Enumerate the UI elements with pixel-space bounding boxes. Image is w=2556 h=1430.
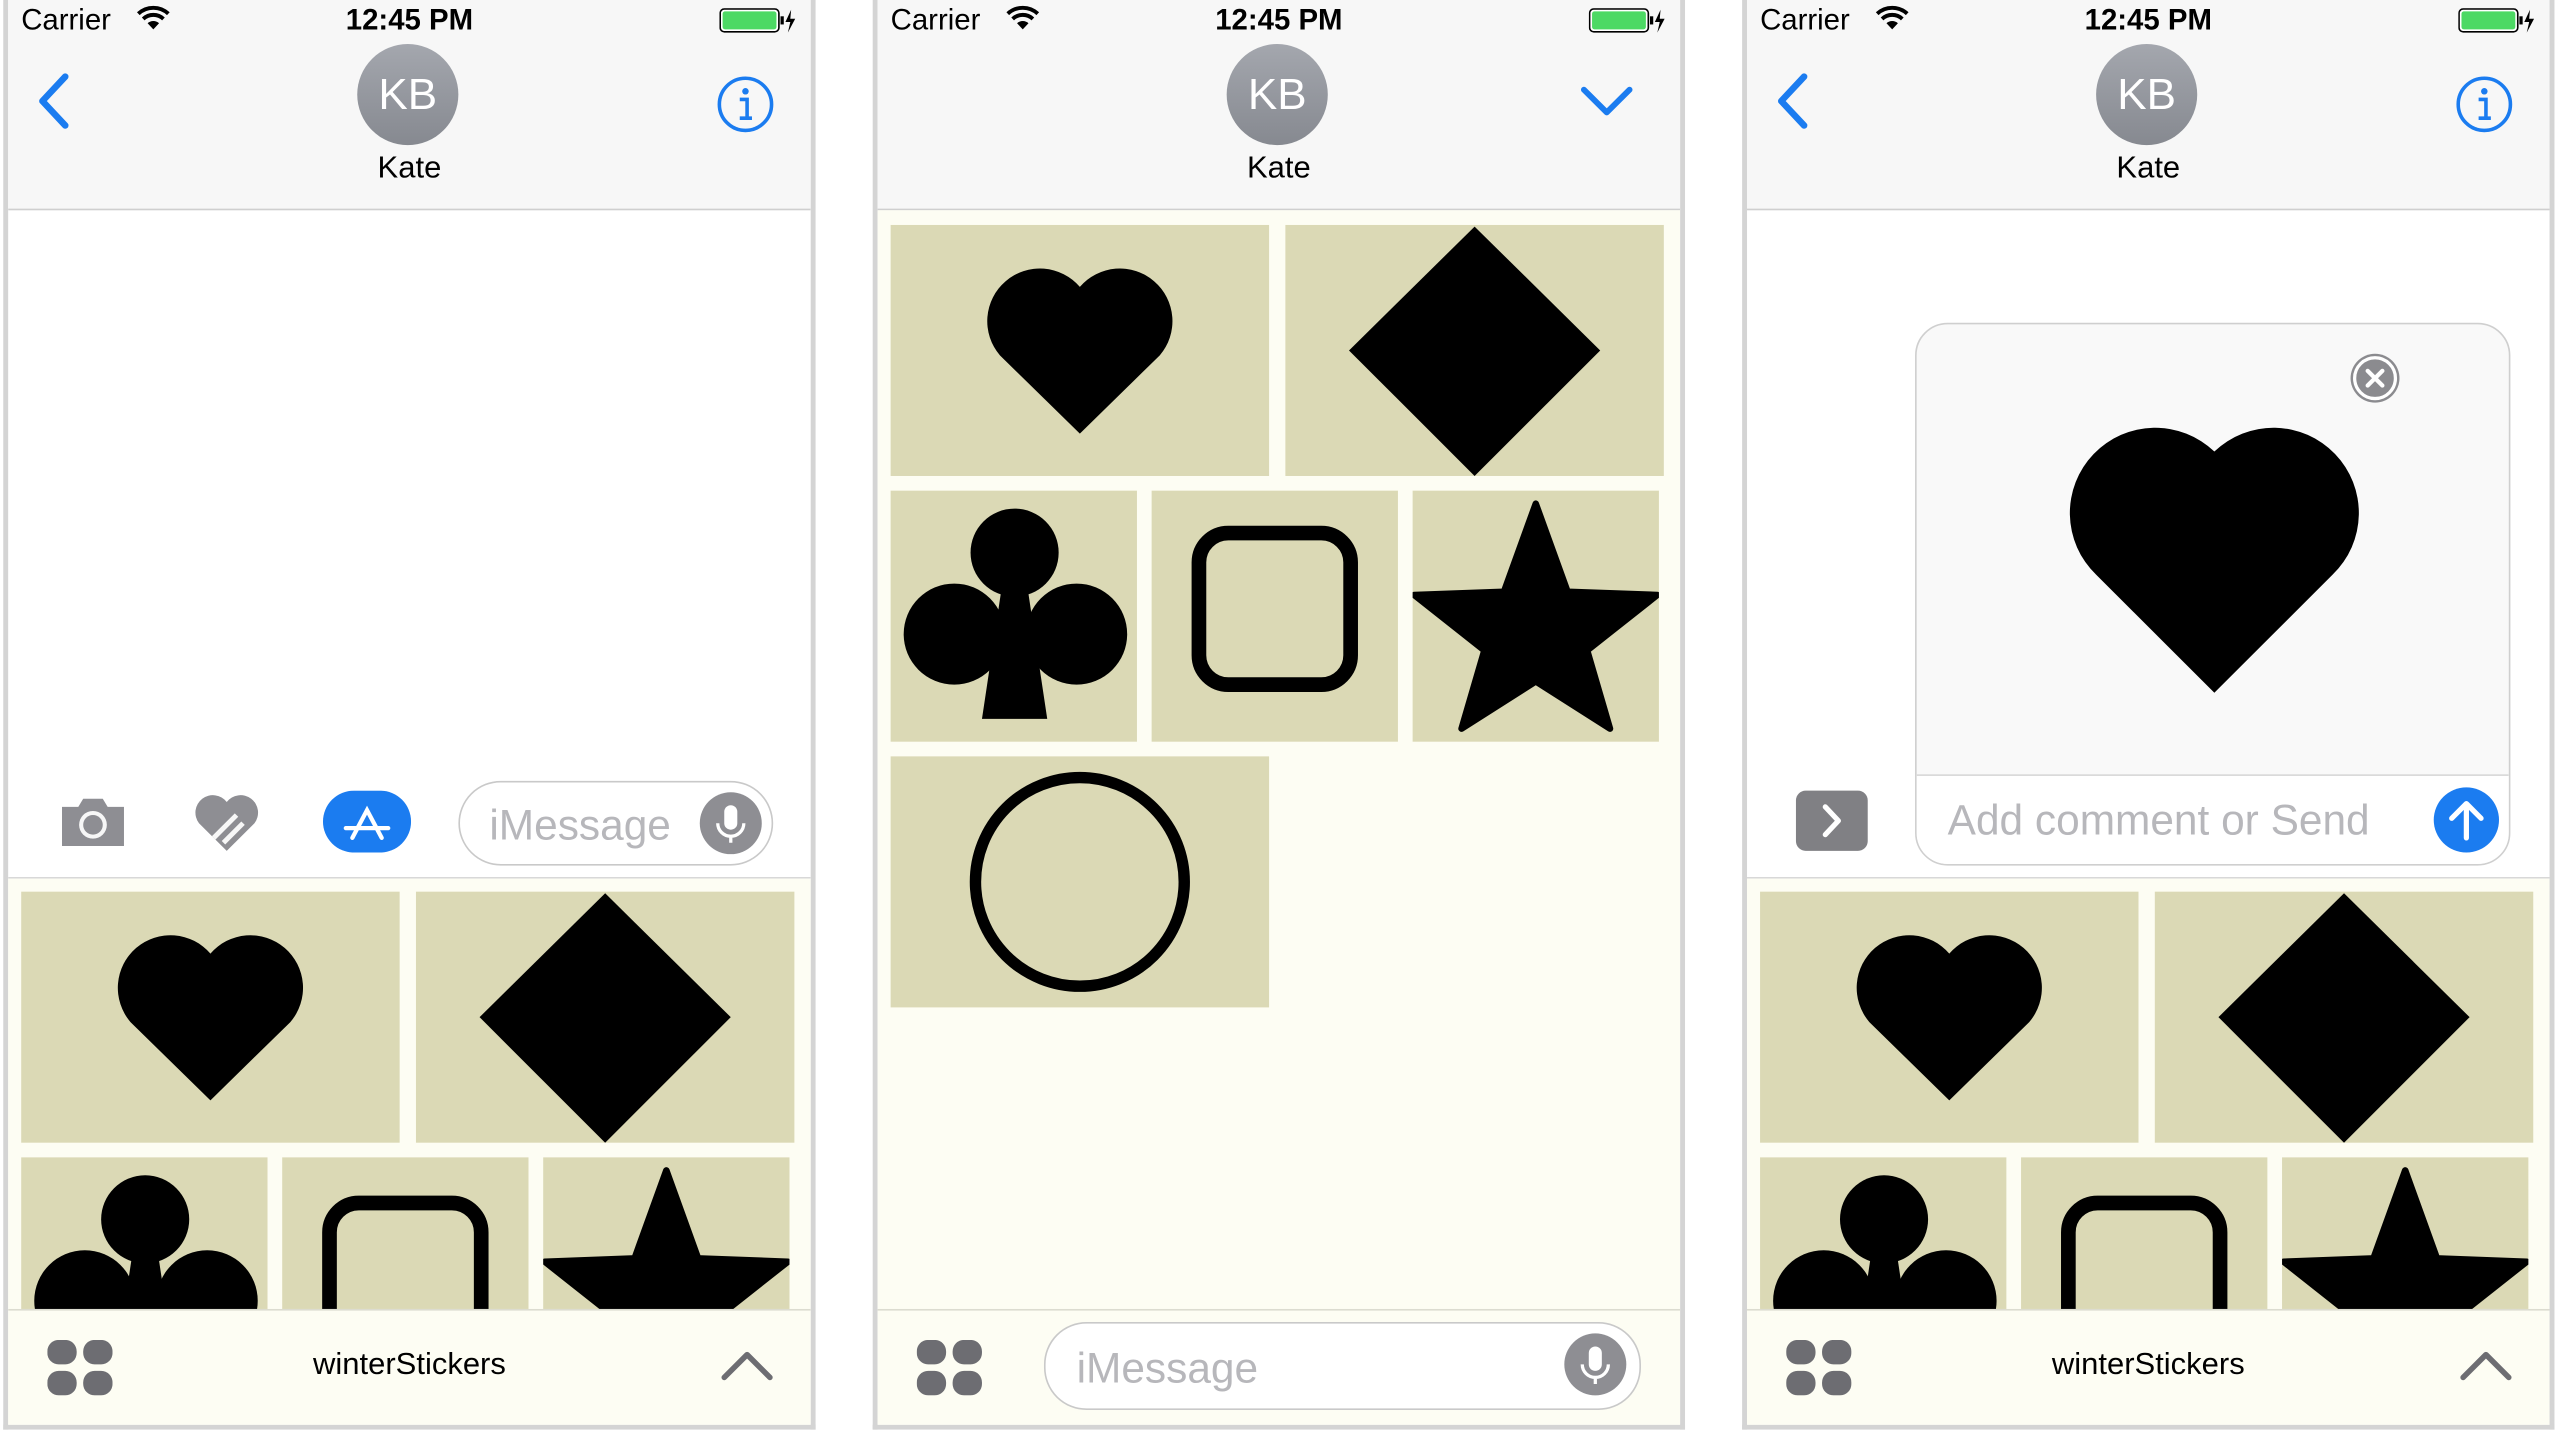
contact-avatar[interactable]: KB	[2096, 44, 2198, 146]
contact-avatar[interactable]: KB	[357, 44, 459, 146]
rounded-square-icon	[2061, 1195, 2228, 1309]
club-icon	[34, 1175, 258, 1309]
app-drawer-grid-icon[interactable]	[916, 1339, 982, 1396]
contact-avatar[interactable]: KB	[1226, 44, 1328, 146]
sticker-star[interactable]	[543, 1157, 790, 1309]
imessage-placeholder: iMessage	[1076, 1343, 1259, 1393]
sticker-browser-expanded	[877, 210, 1681, 1309]
message-composer: iMessage	[8, 763, 811, 877]
club-icon	[903, 508, 1128, 719]
sticker-rounded-square[interactable]	[1151, 490, 1398, 742]
status-bar: Carrier 12:45 PM	[878, 0, 1681, 42]
status-bar: Carrier 12:45 PM	[8, 0, 811, 42]
sticker-diamond[interactable]	[415, 891, 795, 1143]
sticker-heart[interactable]	[890, 224, 1270, 476]
sticker-browser	[1747, 878, 2550, 1309]
expand-tools-button[interactable]	[1795, 790, 1868, 851]
comment-placeholder: Add comment or Send	[1947, 795, 2370, 845]
sticker-circle[interactable]	[890, 756, 1270, 1008]
heart-icon	[1856, 935, 2042, 1101]
sticker-club[interactable]	[1760, 1157, 2007, 1309]
conversation-header: Carrier 12:45 PM KB Kate	[877, 0, 1681, 211]
app-drawer-bar: winterStickers	[1747, 1308, 2550, 1425]
staged-heart-sticker[interactable]	[2047, 399, 2381, 701]
imessage-input[interactable]: iMessage	[1043, 1322, 1641, 1411]
clock: 12:45 PM	[2084, 3, 2212, 36]
phone-screen-1: Carrier 12:45 PM KB Kate iMessage winter…	[3, 0, 816, 1430]
app-store-icon[interactable]	[322, 790, 412, 853]
close-icon	[2353, 356, 2398, 401]
circle-icon	[969, 771, 1190, 992]
heart-icon	[117, 935, 304, 1101]
comment-field[interactable]: Add comment or Send	[1916, 774, 2509, 864]
sticker-browser	[8, 878, 811, 1309]
heart-icon	[987, 268, 1173, 434]
diamond-icon	[1349, 226, 1601, 476]
phone-screen-3: Carrier 12:45 PM KB Kate Add comment or …	[1742, 0, 2555, 1430]
clock: 12:45 PM	[345, 3, 474, 36]
battery-icon	[2458, 8, 2535, 33]
remove-sticker-button[interactable]	[2350, 353, 2400, 403]
contact-name[interactable]: Kate	[8, 152, 811, 188]
contact-name[interactable]: Kate	[1747, 152, 2550, 188]
back-chevron-icon[interactable]	[34, 72, 73, 131]
microphone-button[interactable]	[1564, 1333, 1627, 1396]
battery-icon	[719, 8, 796, 33]
diamond-icon	[2218, 893, 2470, 1143]
sticker-rounded-square[interactable]	[282, 1157, 529, 1309]
sticker-rounded-square[interactable]	[2021, 1157, 2268, 1309]
sticker-heart[interactable]	[1760, 891, 2139, 1143]
conversation-header: Carrier 12:45 PM KB Kate	[8, 0, 811, 211]
expand-chevron-up-icon[interactable]	[2458, 1346, 2513, 1382]
microphone-icon	[1580, 1346, 1610, 1384]
chevron-right-icon	[1822, 804, 1841, 838]
collapse-chevron-down-icon[interactable]	[1579, 82, 1634, 121]
clock: 12:45 PM	[1215, 3, 1343, 36]
sticker-diamond[interactable]	[1285, 224, 1664, 476]
active-app-name: winterStickers	[2051, 1348, 2245, 1383]
sticker-diamond[interactable]	[2154, 891, 2534, 1143]
rounded-square-icon	[322, 1195, 489, 1309]
app-drawer-bar: winterStickers	[8, 1308, 811, 1425]
club-icon	[1773, 1175, 1997, 1309]
info-icon[interactable]	[2453, 73, 2515, 135]
expand-chevron-up-icon[interactable]	[719, 1346, 774, 1382]
digital-touch-icon[interactable]	[191, 792, 263, 854]
send-button[interactable]	[2433, 787, 2499, 853]
imessage-placeholder: iMessage	[489, 800, 671, 850]
app-drawer-bar: iMessage	[877, 1308, 1681, 1425]
arrow-up-icon	[2449, 801, 2484, 841]
sticker-heart[interactable]	[21, 891, 400, 1143]
back-chevron-icon[interactable]	[1773, 72, 1812, 131]
status-bar: Carrier 12:45 PM	[1747, 0, 2550, 42]
battery-icon	[1588, 8, 1665, 33]
diamond-icon	[479, 893, 731, 1143]
sticker-send-card: Add comment or Send	[1915, 322, 2511, 866]
sticker-club[interactable]	[21, 1157, 268, 1309]
sticker-star[interactable]	[1412, 490, 1659, 742]
sticker-club[interactable]	[890, 490, 1137, 742]
microphone-button[interactable]	[699, 792, 762, 855]
contact-name[interactable]: Kate	[878, 152, 1681, 188]
sticker-star[interactable]	[2282, 1157, 2529, 1309]
star-icon	[1412, 500, 1659, 732]
star-icon	[2282, 1167, 2529, 1309]
active-app-name: winterStickers	[312, 1348, 506, 1383]
imessage-input[interactable]: iMessage	[458, 780, 774, 866]
phone-screen-2: Carrier 12:45 PM KB Kate iMessage	[872, 0, 1686, 1430]
conversation-header: Carrier 12:45 PM KB Kate	[1747, 0, 2550, 211]
camera-icon[interactable]	[57, 794, 129, 849]
star-icon	[543, 1167, 790, 1309]
info-icon[interactable]	[714, 73, 776, 135]
rounded-square-icon	[1191, 525, 1358, 692]
microphone-icon	[716, 805, 746, 843]
